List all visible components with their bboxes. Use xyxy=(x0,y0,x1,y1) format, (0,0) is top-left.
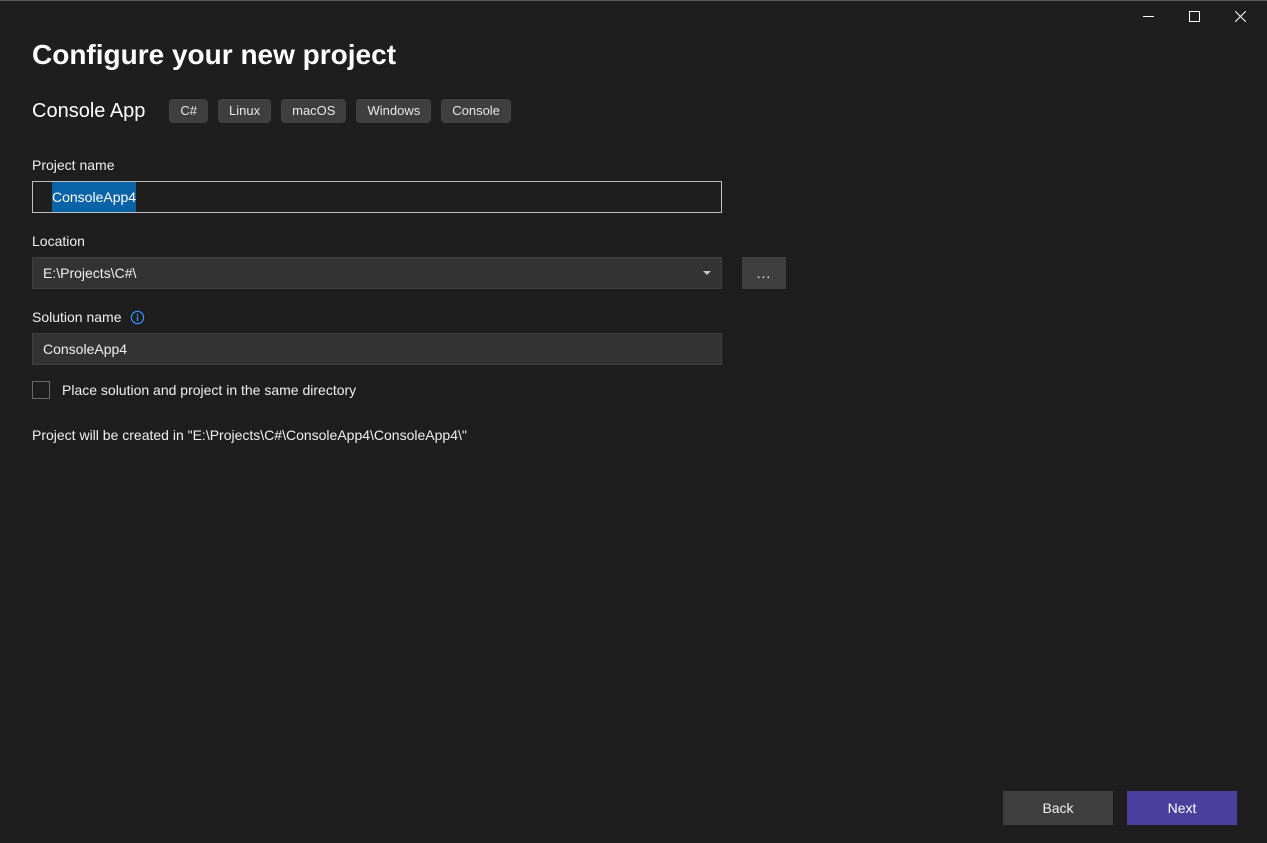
location-field: Location E:\Projects\C#\ ... xyxy=(32,233,1235,289)
maximize-button[interactable] xyxy=(1171,1,1217,31)
page-title: Configure your new project xyxy=(32,39,1235,71)
browse-button[interactable]: ... xyxy=(742,257,786,289)
project-path-preview: Project will be created in "E:\Projects\… xyxy=(32,427,1235,443)
solution-name-value: ConsoleApp4 xyxy=(43,341,127,357)
location-label: Location xyxy=(32,233,1235,249)
location-value: E:\Projects\C#\ xyxy=(43,265,136,281)
project-name-value: ConsoleApp4 xyxy=(52,182,136,212)
back-button[interactable]: Back xyxy=(1003,791,1113,825)
minimize-icon xyxy=(1143,11,1154,22)
solution-name-label: Solution name xyxy=(32,309,122,325)
same-directory-row: Place solution and project in the same d… xyxy=(32,381,1235,399)
window-title-bar xyxy=(0,1,1267,33)
template-tag: Windows xyxy=(356,99,431,123)
wizard-content: Configure your new project Console App C… xyxy=(0,33,1267,773)
maximize-icon xyxy=(1189,11,1200,22)
location-combobox[interactable]: E:\Projects\C#\ xyxy=(32,257,722,289)
project-name-input[interactable]: ConsoleApp4 xyxy=(32,181,722,213)
project-name-field: Project name ConsoleApp4 xyxy=(32,157,1235,213)
project-name-label: Project name xyxy=(32,157,1235,173)
template-tag: macOS xyxy=(281,99,346,123)
browse-label: ... xyxy=(757,265,772,281)
same-directory-checkbox[interactable] xyxy=(32,381,50,399)
template-tag: Linux xyxy=(218,99,271,123)
next-label: Next xyxy=(1168,800,1197,816)
solution-name-label-row: Solution name xyxy=(32,309,1235,325)
back-label: Back xyxy=(1042,800,1073,816)
next-button[interactable]: Next xyxy=(1127,791,1237,825)
minimize-button[interactable] xyxy=(1125,1,1171,31)
same-directory-label: Place solution and project in the same d… xyxy=(62,382,356,398)
template-summary: Console App C# Linux macOS Windows Conso… xyxy=(32,99,1235,123)
solution-name-field: Solution name ConsoleApp4 xyxy=(32,309,1235,365)
chevron-down-icon xyxy=(703,271,711,275)
close-button[interactable] xyxy=(1217,1,1263,31)
solution-name-input[interactable]: ConsoleApp4 xyxy=(32,333,722,365)
wizard-footer: Back Next xyxy=(0,773,1267,843)
template-tag: C# xyxy=(169,99,208,123)
close-icon xyxy=(1235,11,1246,22)
template-name: Console App xyxy=(32,100,145,123)
info-icon[interactable] xyxy=(130,310,145,325)
template-tag: Console xyxy=(441,99,511,123)
